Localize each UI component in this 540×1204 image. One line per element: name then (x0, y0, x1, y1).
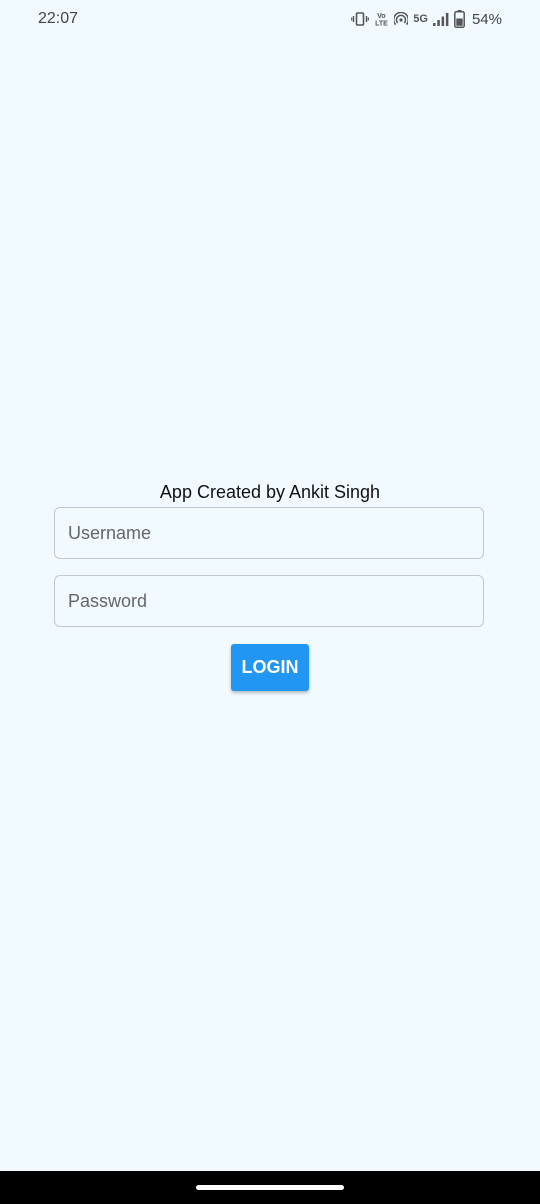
status-time: 22:07 (38, 10, 79, 27)
hotspot-icon (394, 12, 409, 26)
app-credit-text: App Created by Ankit Singh (159, 482, 381, 502)
login-button[interactable]: LOGIN (231, 644, 309, 691)
home-gesture-handle[interactable] (196, 1185, 344, 1190)
svg-text:LTE: LTE (375, 21, 388, 28)
network-type: 5G (413, 13, 428, 25)
status-bar: 22:07 Vo LTE 5G 54% (0, 0, 540, 40)
battery-percent: 54% (471, 10, 502, 28)
password-field[interactable] (54, 575, 484, 627)
vibrate-icon (351, 12, 370, 26)
signal-icon (432, 12, 449, 26)
status-icons: Vo LTE 5G 54% (351, 9, 502, 29)
username-field[interactable] (54, 507, 484, 559)
volte-icon: Vo LTE (374, 11, 389, 27)
password-input[interactable] (55, 576, 483, 626)
username-input[interactable] (55, 508, 483, 558)
navigation-bar (0, 1171, 540, 1204)
svg-text:Vo: Vo (378, 13, 386, 20)
battery-icon (454, 10, 465, 28)
